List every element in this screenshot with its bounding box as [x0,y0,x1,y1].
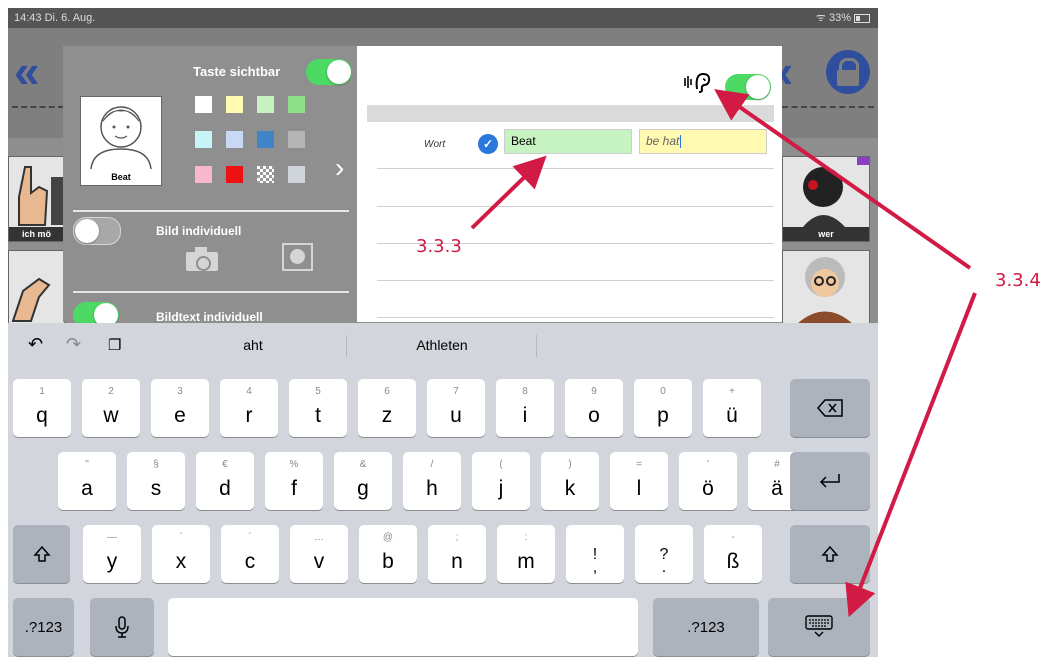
arrow-3-3-4-bottom [845,292,977,618]
annotation-3-3-4: 3.3.4 [995,270,1041,291]
arrow-3-3-4-top [714,89,972,270]
annotation-3-3-3: 3.3.3 [416,236,462,257]
arrow-3-3-3 [470,155,547,230]
annotation-arrows [470,89,977,618]
